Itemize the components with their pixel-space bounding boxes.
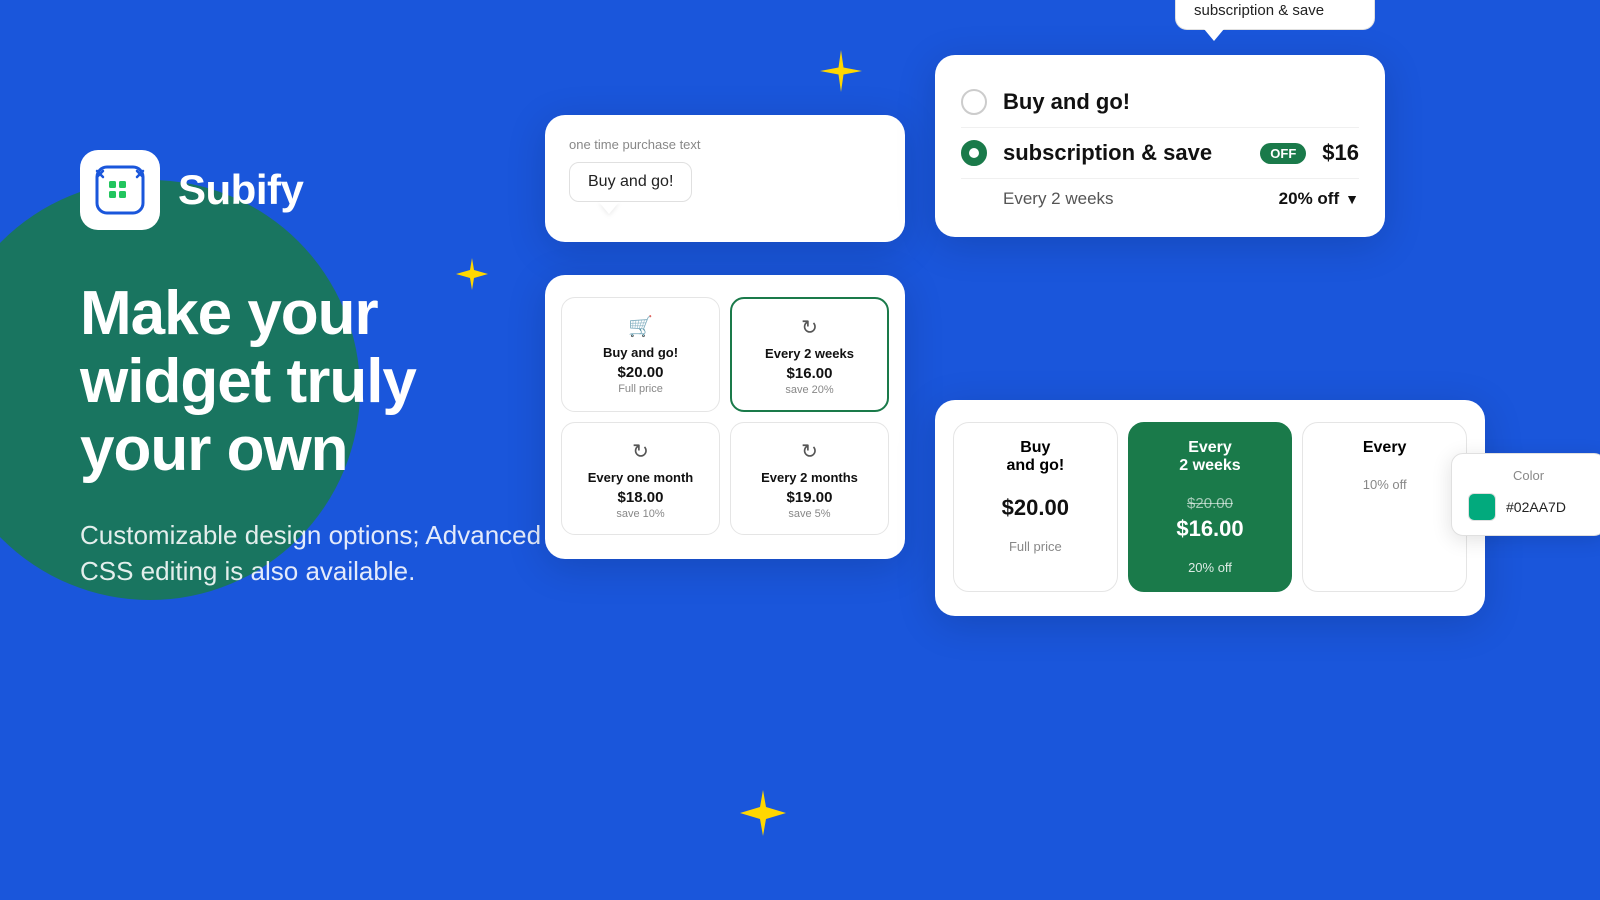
plan-2weeks[interactable]: ↻ Every 2 weeks $16.00 save 20%: [730, 297, 889, 412]
option-buy-label: Buy and go!: [1003, 89, 1359, 115]
refresh-icon-1: ↻: [746, 315, 873, 340]
col-buy-price: $20.00: [966, 495, 1105, 521]
widget1-button[interactable]: Buy and go!: [569, 162, 692, 202]
logo-row: Subify: [80, 150, 560, 230]
col-every[interactable]: Every 10% off Color #02AA7D: [1302, 422, 1467, 592]
col-buy-go[interactable]: Buyand go! $20.00 Full price: [953, 422, 1118, 592]
radio-subscription: [961, 140, 987, 166]
plan-buy-name: Buy and go!: [576, 345, 705, 360]
plan-2months-price: $19.00: [745, 489, 874, 506]
widgets-area: one time purchase text Buy and go! 🛒 Buy…: [540, 0, 1600, 900]
color-hex: #02AA7D: [1506, 499, 1566, 515]
widget1-label: one time purchase text: [569, 137, 881, 152]
col-buy-name: Buyand go!: [966, 439, 1105, 475]
plan-buy-price: $20.00: [576, 364, 705, 381]
col-buy-badge: Full price: [966, 539, 1105, 554]
plan-buy-go[interactable]: 🛒 Buy and go! $20.00 Full price: [561, 297, 720, 412]
color-picker-label: Color: [1468, 468, 1589, 483]
logo-icon: [80, 150, 160, 230]
sub-tooltip-value: subscription & save: [1194, 2, 1356, 19]
plan-1month-sub: save 10%: [576, 508, 705, 520]
color-picker-popup: Color #02AA7D: [1451, 453, 1600, 536]
option-buy[interactable]: Buy and go!: [961, 77, 1359, 128]
tooltip-arrow-2: [1204, 29, 1224, 41]
col-2weeks[interactable]: Every2 weeks $20.00 $16.00 20% off: [1128, 422, 1293, 592]
plan-2months-sub: save 5%: [745, 508, 874, 520]
col-every-name: Every: [1315, 439, 1454, 457]
chevron-icon[interactable]: ▼: [1345, 191, 1359, 207]
left-section: Subify Make your widget truly your own C…: [80, 150, 560, 589]
col-2weeks-name: Every2 weeks: [1141, 439, 1280, 475]
plan-1month[interactable]: ↻ Every one month $18.00 save 10%: [561, 422, 720, 535]
widget-plan-cols: Buyand go! $20.00 Full price Every2 week…: [935, 400, 1485, 616]
buy-icon: 🛒: [576, 314, 705, 339]
color-swatch[interactable]: [1468, 493, 1496, 521]
col-2weeks-strike: $20.00: [1141, 495, 1280, 512]
plan-1month-price: $18.00: [576, 489, 705, 506]
col-2weeks-price: $16.00: [1141, 516, 1280, 542]
plan-grid: 🛒 Buy and go! $20.00 Full price ↻ Every …: [561, 297, 889, 535]
col-every-badge: 10% off: [1315, 477, 1454, 492]
plan-cols-grid: Buyand go! $20.00 Full price Every2 week…: [953, 422, 1467, 592]
color-row: #02AA7D: [1468, 493, 1589, 521]
plan-2months-name: Every 2 months: [745, 470, 874, 485]
plan-1month-name: Every one month: [576, 470, 705, 485]
option-subscription-label: subscription & save: [1003, 140, 1252, 166]
widget-one-time: one time purchase text Buy and go!: [545, 115, 905, 242]
plan-2weeks-price: $16.00: [746, 365, 873, 382]
frequency-value: 20% off ▼: [1279, 189, 1359, 209]
option-subscription-price: $16: [1322, 140, 1359, 166]
plan-2months[interactable]: ↻ Every 2 months $19.00 save 5%: [730, 422, 889, 535]
subtext: Customizable design options; Advanced CS…: [80, 517, 560, 590]
brand-name: Subify: [178, 166, 303, 214]
widget-plan-grid: 🛒 Buy and go! $20.00 Full price ↻ Every …: [545, 275, 905, 559]
radio-inner: [969, 148, 979, 158]
col-2weeks-badge: 20% off: [1141, 560, 1280, 575]
widget-subscription: subscription purchase text subscription …: [935, 55, 1385, 237]
frequency-row: Every 2 weeks 20% off ▼: [961, 179, 1359, 209]
plan-2weeks-sub: save 20%: [746, 384, 873, 396]
tooltip-arrow: [599, 202, 619, 214]
refresh-icon-2: ↻: [576, 439, 705, 464]
frequency-label: Every 2 weeks: [1003, 189, 1279, 209]
plan-buy-sub: Full price: [576, 383, 705, 395]
refresh-icon-3: ↻: [745, 439, 874, 464]
radio-buy: [961, 89, 987, 115]
option-subscription[interactable]: subscription & save OFF $16: [961, 128, 1359, 179]
headline: Make your widget truly your own: [80, 280, 560, 485]
plan-2weeks-name: Every 2 weeks: [746, 346, 873, 361]
off-badge: OFF: [1260, 143, 1306, 164]
